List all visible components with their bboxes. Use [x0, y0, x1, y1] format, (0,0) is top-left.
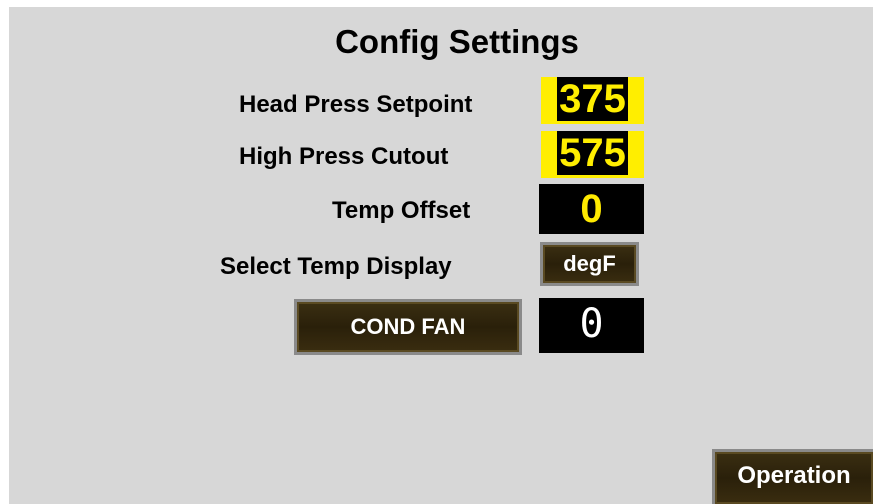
config-panel: Config Settings Head Press Setpoint 375 …	[9, 7, 873, 504]
temp-offset-value[interactable]: 0	[539, 184, 644, 234]
cond-fan-value: 0	[539, 298, 644, 353]
cond-fan-button[interactable]: COND FAN	[294, 299, 522, 355]
temp-display-label: Select Temp Display	[220, 253, 452, 280]
temp-offset-label: Temp Offset	[332, 197, 471, 224]
high-press-value[interactable]: 575	[541, 131, 644, 178]
high-press-label: High Press Cutout	[239, 143, 449, 170]
page-title: Config Settings	[335, 23, 579, 60]
head-press-value[interactable]: 375	[541, 77, 644, 124]
operation-button[interactable]: Operation	[712, 449, 873, 504]
head-press-label: Head Press Setpoint	[239, 91, 473, 118]
temp-display-button[interactable]: degF	[540, 242, 639, 286]
